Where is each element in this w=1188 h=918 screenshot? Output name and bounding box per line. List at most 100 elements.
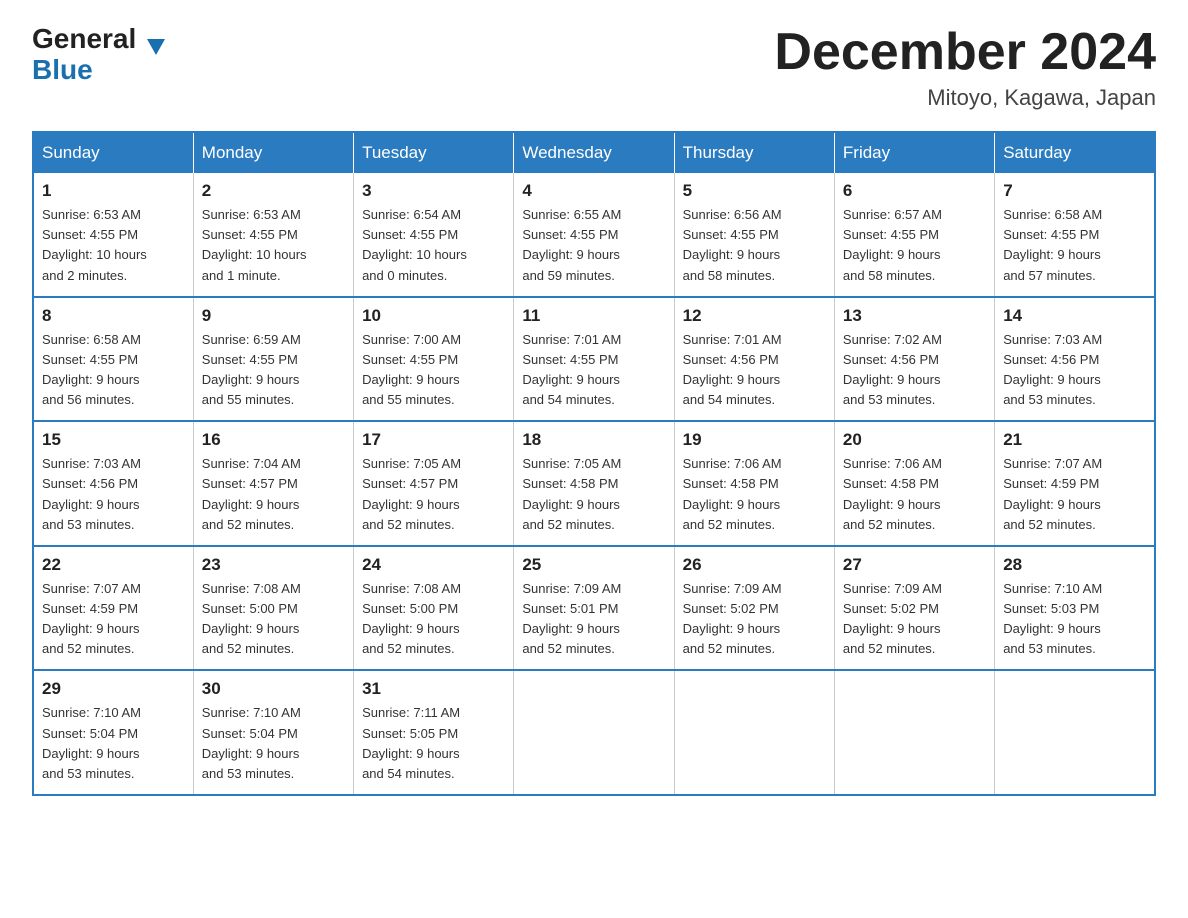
table-row: 26 Sunrise: 7:09 AMSunset: 5:02 PMDayligh… [674,546,834,671]
day-info: Sunrise: 7:04 AMSunset: 4:57 PMDaylight:… [202,454,345,535]
day-number: 23 [202,555,345,575]
day-number: 5 [683,181,826,201]
day-info: Sunrise: 7:08 AMSunset: 5:00 PMDaylight:… [202,579,345,660]
day-number: 12 [683,306,826,326]
calendar-week-row: 8 Sunrise: 6:58 AMSunset: 4:55 PMDaylight… [33,297,1155,422]
table-row: 9 Sunrise: 6:59 AMSunset: 4:55 PMDaylight… [193,297,353,422]
day-number: 21 [1003,430,1146,450]
table-row: 24 Sunrise: 7:08 AMSunset: 5:00 PMDayligh… [354,546,514,671]
day-number: 6 [843,181,986,201]
day-number: 31 [362,679,505,699]
day-number: 17 [362,430,505,450]
table-row [514,670,674,795]
day-info: Sunrise: 7:06 AMSunset: 4:58 PMDaylight:… [843,454,986,535]
table-row: 23 Sunrise: 7:08 AMSunset: 5:00 PMDayligh… [193,546,353,671]
day-info: Sunrise: 7:05 AMSunset: 4:57 PMDaylight:… [362,454,505,535]
day-info: Sunrise: 7:01 AMSunset: 4:55 PMDaylight:… [522,330,665,411]
day-number: 27 [843,555,986,575]
day-info: Sunrise: 7:07 AMSunset: 4:59 PMDaylight:… [42,579,185,660]
location: Mitoyo, Kagawa, Japan [774,85,1156,111]
table-row: 3 Sunrise: 6:54 AMSunset: 4:55 PMDaylight… [354,173,514,297]
month-title: December 2024 [774,24,1156,81]
logo-blue: Blue [32,55,147,86]
day-info: Sunrise: 7:08 AMSunset: 5:00 PMDaylight:… [362,579,505,660]
day-info: Sunrise: 7:09 AMSunset: 5:02 PMDaylight:… [683,579,826,660]
table-row [834,670,994,795]
day-number: 3 [362,181,505,201]
day-number: 2 [202,181,345,201]
day-info: Sunrise: 7:09 AMSunset: 5:01 PMDaylight:… [522,579,665,660]
col-saturday: Saturday [995,132,1155,173]
day-number: 1 [42,181,185,201]
day-info: Sunrise: 6:59 AMSunset: 4:55 PMDaylight:… [202,330,345,411]
day-number: 8 [42,306,185,326]
table-row: 30 Sunrise: 7:10 AMSunset: 5:04 PMDayligh… [193,670,353,795]
logo: General Blue [32,24,147,86]
day-number: 10 [362,306,505,326]
day-info: Sunrise: 7:02 AMSunset: 4:56 PMDaylight:… [843,330,986,411]
table-row: 1 Sunrise: 6:53 AMSunset: 4:55 PMDaylight… [33,173,193,297]
table-row: 17 Sunrise: 7:05 AMSunset: 4:57 PMDayligh… [354,421,514,546]
table-row: 19 Sunrise: 7:06 AMSunset: 4:58 PMDayligh… [674,421,834,546]
table-row: 6 Sunrise: 6:57 AMSunset: 4:55 PMDaylight… [834,173,994,297]
table-row: 22 Sunrise: 7:07 AMSunset: 4:59 PMDayligh… [33,546,193,671]
day-info: Sunrise: 7:03 AMSunset: 4:56 PMDaylight:… [1003,330,1146,411]
calendar-week-row: 22 Sunrise: 7:07 AMSunset: 4:59 PMDayligh… [33,546,1155,671]
day-number: 30 [202,679,345,699]
day-number: 22 [42,555,185,575]
day-info: Sunrise: 7:07 AMSunset: 4:59 PMDaylight:… [1003,454,1146,535]
day-number: 29 [42,679,185,699]
day-info: Sunrise: 6:54 AMSunset: 4:55 PMDaylight:… [362,205,505,286]
table-row: 4 Sunrise: 6:55 AMSunset: 4:55 PMDaylight… [514,173,674,297]
day-info: Sunrise: 7:00 AMSunset: 4:55 PMDaylight:… [362,330,505,411]
col-monday: Monday [193,132,353,173]
day-number: 20 [843,430,986,450]
day-number: 15 [42,430,185,450]
day-info: Sunrise: 6:58 AMSunset: 4:55 PMDaylight:… [1003,205,1146,286]
day-info: Sunrise: 6:57 AMSunset: 4:55 PMDaylight:… [843,205,986,286]
table-row: 18 Sunrise: 7:05 AMSunset: 4:58 PMDayligh… [514,421,674,546]
table-row: 5Sunrise: 6:56 AMSunset: 4:55 PMDaylight… [674,173,834,297]
day-info: Sunrise: 7:10 AMSunset: 5:04 PMDaylight:… [42,703,185,784]
day-number: 9 [202,306,345,326]
day-info: Sunrise: 6:53 AMSunset: 4:55 PMDaylight:… [42,205,185,286]
col-tuesday: Tuesday [354,132,514,173]
calendar-week-row: 1 Sunrise: 6:53 AMSunset: 4:55 PMDaylight… [33,173,1155,297]
table-row: 8 Sunrise: 6:58 AMSunset: 4:55 PMDaylight… [33,297,193,422]
day-number: 26 [683,555,826,575]
table-row: 10 Sunrise: 7:00 AMSunset: 4:55 PMDayligh… [354,297,514,422]
day-number: 18 [522,430,665,450]
day-number: 11 [522,306,665,326]
logo-general: General [32,24,136,55]
table-row: 20 Sunrise: 7:06 AMSunset: 4:58 PMDayligh… [834,421,994,546]
day-info: Sunrise: 7:06 AMSunset: 4:58 PMDaylight:… [683,454,826,535]
day-number: 7 [1003,181,1146,201]
table-row [995,670,1155,795]
table-row: 14 Sunrise: 7:03 AMSunset: 4:56 PMDayligh… [995,297,1155,422]
day-info: Sunrise: 7:05 AMSunset: 4:58 PMDaylight:… [522,454,665,535]
table-row: 27 Sunrise: 7:09 AMSunset: 5:02 PMDayligh… [834,546,994,671]
day-info: Sunrise: 6:53 AMSunset: 4:55 PMDaylight:… [202,205,345,286]
col-sunday: Sunday [33,132,193,173]
table-row: 12 Sunrise: 7:01 AMSunset: 4:56 PMDayligh… [674,297,834,422]
table-row: 25Sunrise: 7:09 AMSunset: 5:01 PMDayligh… [514,546,674,671]
calendar-week-row: 29 Sunrise: 7:10 AMSunset: 5:04 PMDayligh… [33,670,1155,795]
day-number: 14 [1003,306,1146,326]
day-info: Sunrise: 7:09 AMSunset: 5:02 PMDaylight:… [843,579,986,660]
col-wednesday: Wednesday [514,132,674,173]
day-info: Sunrise: 6:55 AMSunset: 4:55 PMDaylight:… [522,205,665,286]
day-number: 19 [683,430,826,450]
day-info: Sunrise: 6:58 AMSunset: 4:55 PMDaylight:… [42,330,185,411]
table-row: 2 Sunrise: 6:53 AMSunset: 4:55 PMDaylight… [193,173,353,297]
day-info: Sunrise: 7:03 AMSunset: 4:56 PMDaylight:… [42,454,185,535]
title-block: December 2024 Mitoyo, Kagawa, Japan [774,24,1156,111]
day-info: Sunrise: 7:10 AMSunset: 5:04 PMDaylight:… [202,703,345,784]
day-info: Sunrise: 7:01 AMSunset: 4:56 PMDaylight:… [683,330,826,411]
day-number: 24 [362,555,505,575]
day-info: Sunrise: 7:10 AMSunset: 5:03 PMDaylight:… [1003,579,1146,660]
day-number: 4 [522,181,665,201]
table-row: 11 Sunrise: 7:01 AMSunset: 4:55 PMDayligh… [514,297,674,422]
table-row: 7 Sunrise: 6:58 AMSunset: 4:55 PMDaylight… [995,173,1155,297]
calendar-week-row: 15 Sunrise: 7:03 AMSunset: 4:56 PMDayligh… [33,421,1155,546]
table-row [674,670,834,795]
